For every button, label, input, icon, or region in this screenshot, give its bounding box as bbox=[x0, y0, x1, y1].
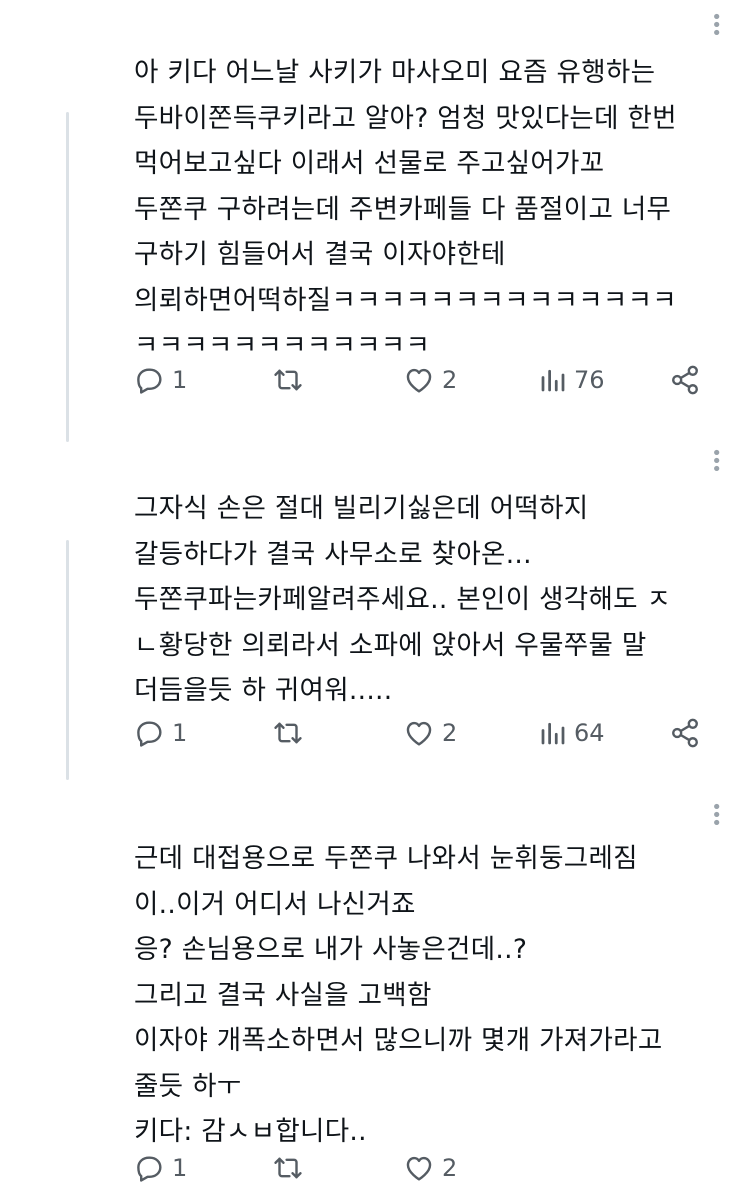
reply-icon bbox=[137, 368, 162, 394]
reply-count: 1 bbox=[172, 719, 188, 747]
share-icon bbox=[672, 718, 698, 748]
tweet-text: 근데 대접용으로 두쫀쿠 나와서 눈휘둥그레짐 이..이거 어디서 나신거죠 응… bbox=[134, 843, 663, 1147]
share-button[interactable] bbox=[668, 363, 702, 397]
retweet-button[interactable] bbox=[270, 1151, 312, 1185]
views-icon bbox=[541, 722, 565, 745]
views-count: 64 bbox=[574, 719, 605, 747]
more-icon[interactable]: • • • bbox=[711, 445, 722, 479]
like-count: 2 bbox=[442, 719, 458, 747]
reply-count: 1 bbox=[172, 1154, 188, 1182]
more-icon[interactable]: • • • bbox=[711, 799, 722, 833]
reply-count: 1 bbox=[172, 366, 188, 394]
retweet-icon bbox=[274, 369, 302, 391]
thread-line bbox=[66, 112, 69, 442]
reply-button[interactable]: 1 bbox=[132, 1151, 187, 1185]
like-button[interactable]: 2 bbox=[402, 1151, 457, 1185]
like-button[interactable]: 2 bbox=[402, 716, 457, 750]
like-count: 2 bbox=[442, 366, 458, 394]
views-count: 76 bbox=[574, 366, 605, 394]
reply-icon bbox=[137, 1156, 162, 1182]
reply-icon bbox=[137, 721, 162, 747]
retweet-icon bbox=[274, 1157, 302, 1179]
thread-line bbox=[66, 540, 69, 780]
views-button[interactable]: 76 bbox=[538, 363, 605, 397]
more-icon[interactable]: • • • bbox=[711, 9, 722, 43]
reply-button[interactable]: 1 bbox=[132, 716, 187, 750]
like-button[interactable]: 2 bbox=[402, 363, 457, 397]
tweet-actions: 1 2 bbox=[132, 1151, 712, 1191]
like-icon bbox=[406, 1156, 432, 1181]
reply-button[interactable]: 1 bbox=[132, 363, 187, 397]
share-icon bbox=[672, 365, 698, 395]
tweet-actions: 1 2 76 bbox=[132, 363, 712, 403]
like-icon bbox=[406, 721, 432, 746]
retweet-icon bbox=[274, 722, 302, 744]
like-icon bbox=[406, 368, 432, 393]
views-icon bbox=[541, 369, 565, 392]
tweet-text: 아 키다 어느날 사키가 마사오미 요즘 유행하는 두바이쫀득쿠키라고 알아? … bbox=[134, 57, 677, 361]
tweet-actions: 1 2 64 bbox=[132, 716, 712, 756]
like-count: 2 bbox=[442, 1154, 458, 1182]
share-button[interactable] bbox=[668, 716, 702, 750]
tweet-text: 그자식 손은 절대 빌리기싫은데 어떡하지 갈등하다가 결국 사무소로 찾아온.… bbox=[134, 493, 672, 706]
retweet-button[interactable] bbox=[270, 363, 312, 397]
views-button[interactable]: 64 bbox=[538, 716, 605, 750]
retweet-button[interactable] bbox=[270, 716, 312, 750]
